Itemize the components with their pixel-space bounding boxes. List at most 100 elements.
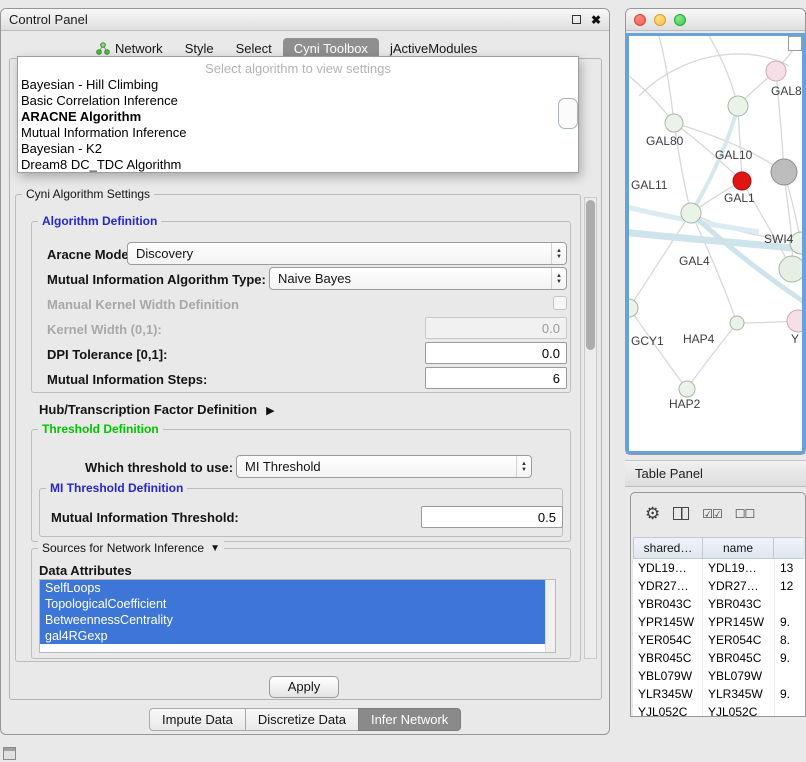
table-row[interactable]: YLR345WYLR345W9. — [633, 685, 805, 703]
columns-icon[interactable] — [673, 507, 689, 520]
zoom-traffic-light-icon[interactable] — [674, 14, 686, 26]
sources-group-title-row[interactable]: Sources for Network Inference ▼ — [38, 541, 224, 555]
network-canvas[interactable]: GAL80 GAL80 GAL10 GAL11 GAL1 SWI4 GAL4 G… — [626, 33, 805, 454]
list-item[interactable]: gal4RGexp — [40, 628, 545, 644]
cell: YPR145W — [703, 613, 775, 631]
column-header-name[interactable]: name — [702, 537, 774, 559]
mi-algorithm-type-label: Mutual Information Algorithm Type: — [47, 273, 266, 287]
list-item[interactable]: SelfLoops — [40, 580, 545, 596]
network-node[interactable] — [730, 316, 744, 330]
cell: 9. — [775, 613, 805, 631]
which-threshold-combo[interactable]: MI Threshold ▲ ▼ — [236, 455, 532, 478]
table-row[interactable]: YBL079WYBL079W — [633, 667, 805, 685]
table-panel-bar[interactable]: Table Panel — [625, 460, 806, 487]
column-header-shared-name[interactable]: shared… — [633, 537, 703, 559]
data-attributes-label: Data Attributes — [39, 564, 132, 578]
network-node[interactable] — [733, 172, 751, 190]
combo-stepper-icon[interactable]: ▲ ▼ — [551, 268, 566, 289]
dropdown-item[interactable]: Dream8 DC_TDC Algorithm — [18, 157, 578, 173]
aracne-mode-combo[interactable]: Discovery ▲ ▼ — [127, 242, 567, 265]
deselect-all-columns-icon[interactable]: ☐☐ — [735, 507, 755, 521]
tab-discretize-data[interactable]: Discretize Data — [245, 708, 359, 731]
float-window-icon[interactable] — [572, 15, 581, 24]
network-node[interactable] — [779, 256, 804, 282]
manual-kernel-checkbox[interactable] — [553, 296, 567, 310]
mi-steps-field[interactable] — [425, 367, 567, 389]
list-item[interactable]: BetweennessCentrality — [40, 612, 545, 628]
minimized-panel-icon[interactable] — [3, 747, 16, 760]
dpi-tolerance-field[interactable] — [425, 342, 567, 364]
settings-scrollbar[interactable] — [584, 197, 597, 659]
sources-group-title: Sources for Network Inference — [42, 541, 204, 555]
hub-definition-section[interactable]: Hub/Transcription Factor Definition ▶ — [39, 403, 275, 417]
network-node[interactable] — [629, 299, 638, 317]
cell: 9. — [775, 685, 805, 703]
network-window-titlebar[interactable] — [626, 9, 805, 31]
birdseye-toggle[interactable] — [788, 36, 802, 51]
close-icon[interactable]: ✖ — [591, 14, 601, 26]
kernel-width-field[interactable] — [425, 317, 567, 339]
list-scrollbar[interactable] — [545, 580, 555, 652]
table-row[interactable]: YBR045CYBR045C9. — [633, 649, 805, 667]
tab-jactivemodules-label: jActiveModules — [390, 41, 477, 56]
apply-button[interactable]: Apply — [269, 676, 339, 698]
list-item[interactable]: TopologicalCoefficient — [40, 596, 545, 612]
settings-scrollbar-thumb[interactable] — [586, 200, 595, 350]
network-view-window: GAL80 GAL80 GAL10 GAL11 GAL1 SWI4 GAL4 G… — [625, 8, 806, 455]
mi-threshold-group-title: MI Threshold Definition — [46, 481, 187, 495]
column-header-partial[interactable] — [773, 537, 803, 559]
table-body: YDL19…YDL19…13 YDR27…YDR27…12 YBR043CYBR… — [633, 559, 805, 716]
stepper-down-icon: ▼ — [521, 467, 527, 473]
table-row[interactable]: YDL19…YDL19…13 — [633, 559, 805, 577]
gear-icon[interactable]: ⚙ — [645, 505, 660, 522]
dropdown-item[interactable]: Bayesian - K2 — [18, 141, 578, 157]
expand-down-icon[interactable]: ▼ — [210, 543, 220, 554]
combo-stepper-icon[interactable]: ▲ ▼ — [516, 456, 531, 477]
network-node[interactable] — [681, 203, 701, 223]
control-panel-title: Control Panel — [9, 12, 88, 27]
tab-impute-data[interactable]: Impute Data — [149, 708, 246, 731]
algorithm-dropdown-popup: Select algorithm to view settings Bayesi… — [17, 56, 579, 173]
minimize-traffic-light-icon[interactable] — [654, 14, 666, 26]
network-icon — [96, 42, 110, 55]
table-row[interactable]: YBR043CYBR043C — [633, 595, 805, 613]
select-all-columns-icon[interactable]: ☑☑ — [702, 507, 722, 521]
mi-threshold-label: Mutual Information Threshold: — [51, 511, 239, 525]
collapse-right-icon[interactable]: ▶ — [266, 404, 274, 417]
network-node[interactable] — [728, 96, 748, 116]
manual-kernel-label: Manual Kernel Width Definition — [47, 298, 239, 312]
cell: YPR145W — [633, 613, 703, 631]
mi-algorithm-type-combo[interactable]: Naive Bayes ▲ ▼ — [269, 267, 567, 290]
cell: 13 — [775, 559, 805, 577]
data-attributes-list: SelfLoops TopologicalCoefficient Between… — [39, 579, 556, 653]
obscured-help-button[interactable] — [558, 98, 578, 129]
table-row[interactable]: YDR27…YDR27…12 — [633, 577, 805, 595]
table-row[interactable]: YPR145WYPR145W9. — [633, 613, 805, 631]
mi-threshold-field[interactable] — [421, 506, 563, 528]
aracne-mode-label: Aracne Mode: — [47, 248, 133, 262]
dropdown-item-selected[interactable]: ARACNE Algorithm — [18, 109, 578, 125]
dropdown-placeholder[interactable]: Select algorithm to view settings — [18, 60, 578, 77]
cell: YDR27… — [633, 577, 703, 595]
tab-infer-network[interactable]: Infer Network — [358, 708, 461, 731]
network-node[interactable] — [771, 159, 797, 185]
close-traffic-light-icon[interactable] — [634, 14, 646, 26]
network-node[interactable] — [679, 381, 695, 397]
dropdown-item[interactable]: Bayesian - Hill Climbing — [18, 77, 578, 93]
network-node[interactable] — [665, 114, 683, 132]
dropdown-item[interactable]: Mutual Information Inference — [18, 125, 578, 141]
cell — [775, 703, 805, 716]
combo-stepper-icon[interactable]: ▲ ▼ — [551, 243, 566, 264]
tab-style-label: Style — [185, 41, 214, 56]
table-row[interactable]: YER054CYER054C8. — [633, 631, 805, 649]
cell: YLR345W — [633, 685, 703, 703]
network-node[interactable] — [766, 61, 786, 81]
cell: 9. — [775, 649, 805, 667]
control-panel-titlebar[interactable]: Control Panel ✖ — [1, 9, 609, 31]
mi-algorithm-type-value: Naive Bayes — [278, 271, 551, 286]
cell: YDL19… — [633, 559, 703, 577]
network-node[interactable] — [787, 310, 804, 332]
node-label: HAP2 — [669, 397, 701, 411]
table-row[interactable]: YJL052CYJL052C — [633, 703, 805, 716]
dropdown-item[interactable]: Basic Correlation Inference — [18, 93, 578, 109]
